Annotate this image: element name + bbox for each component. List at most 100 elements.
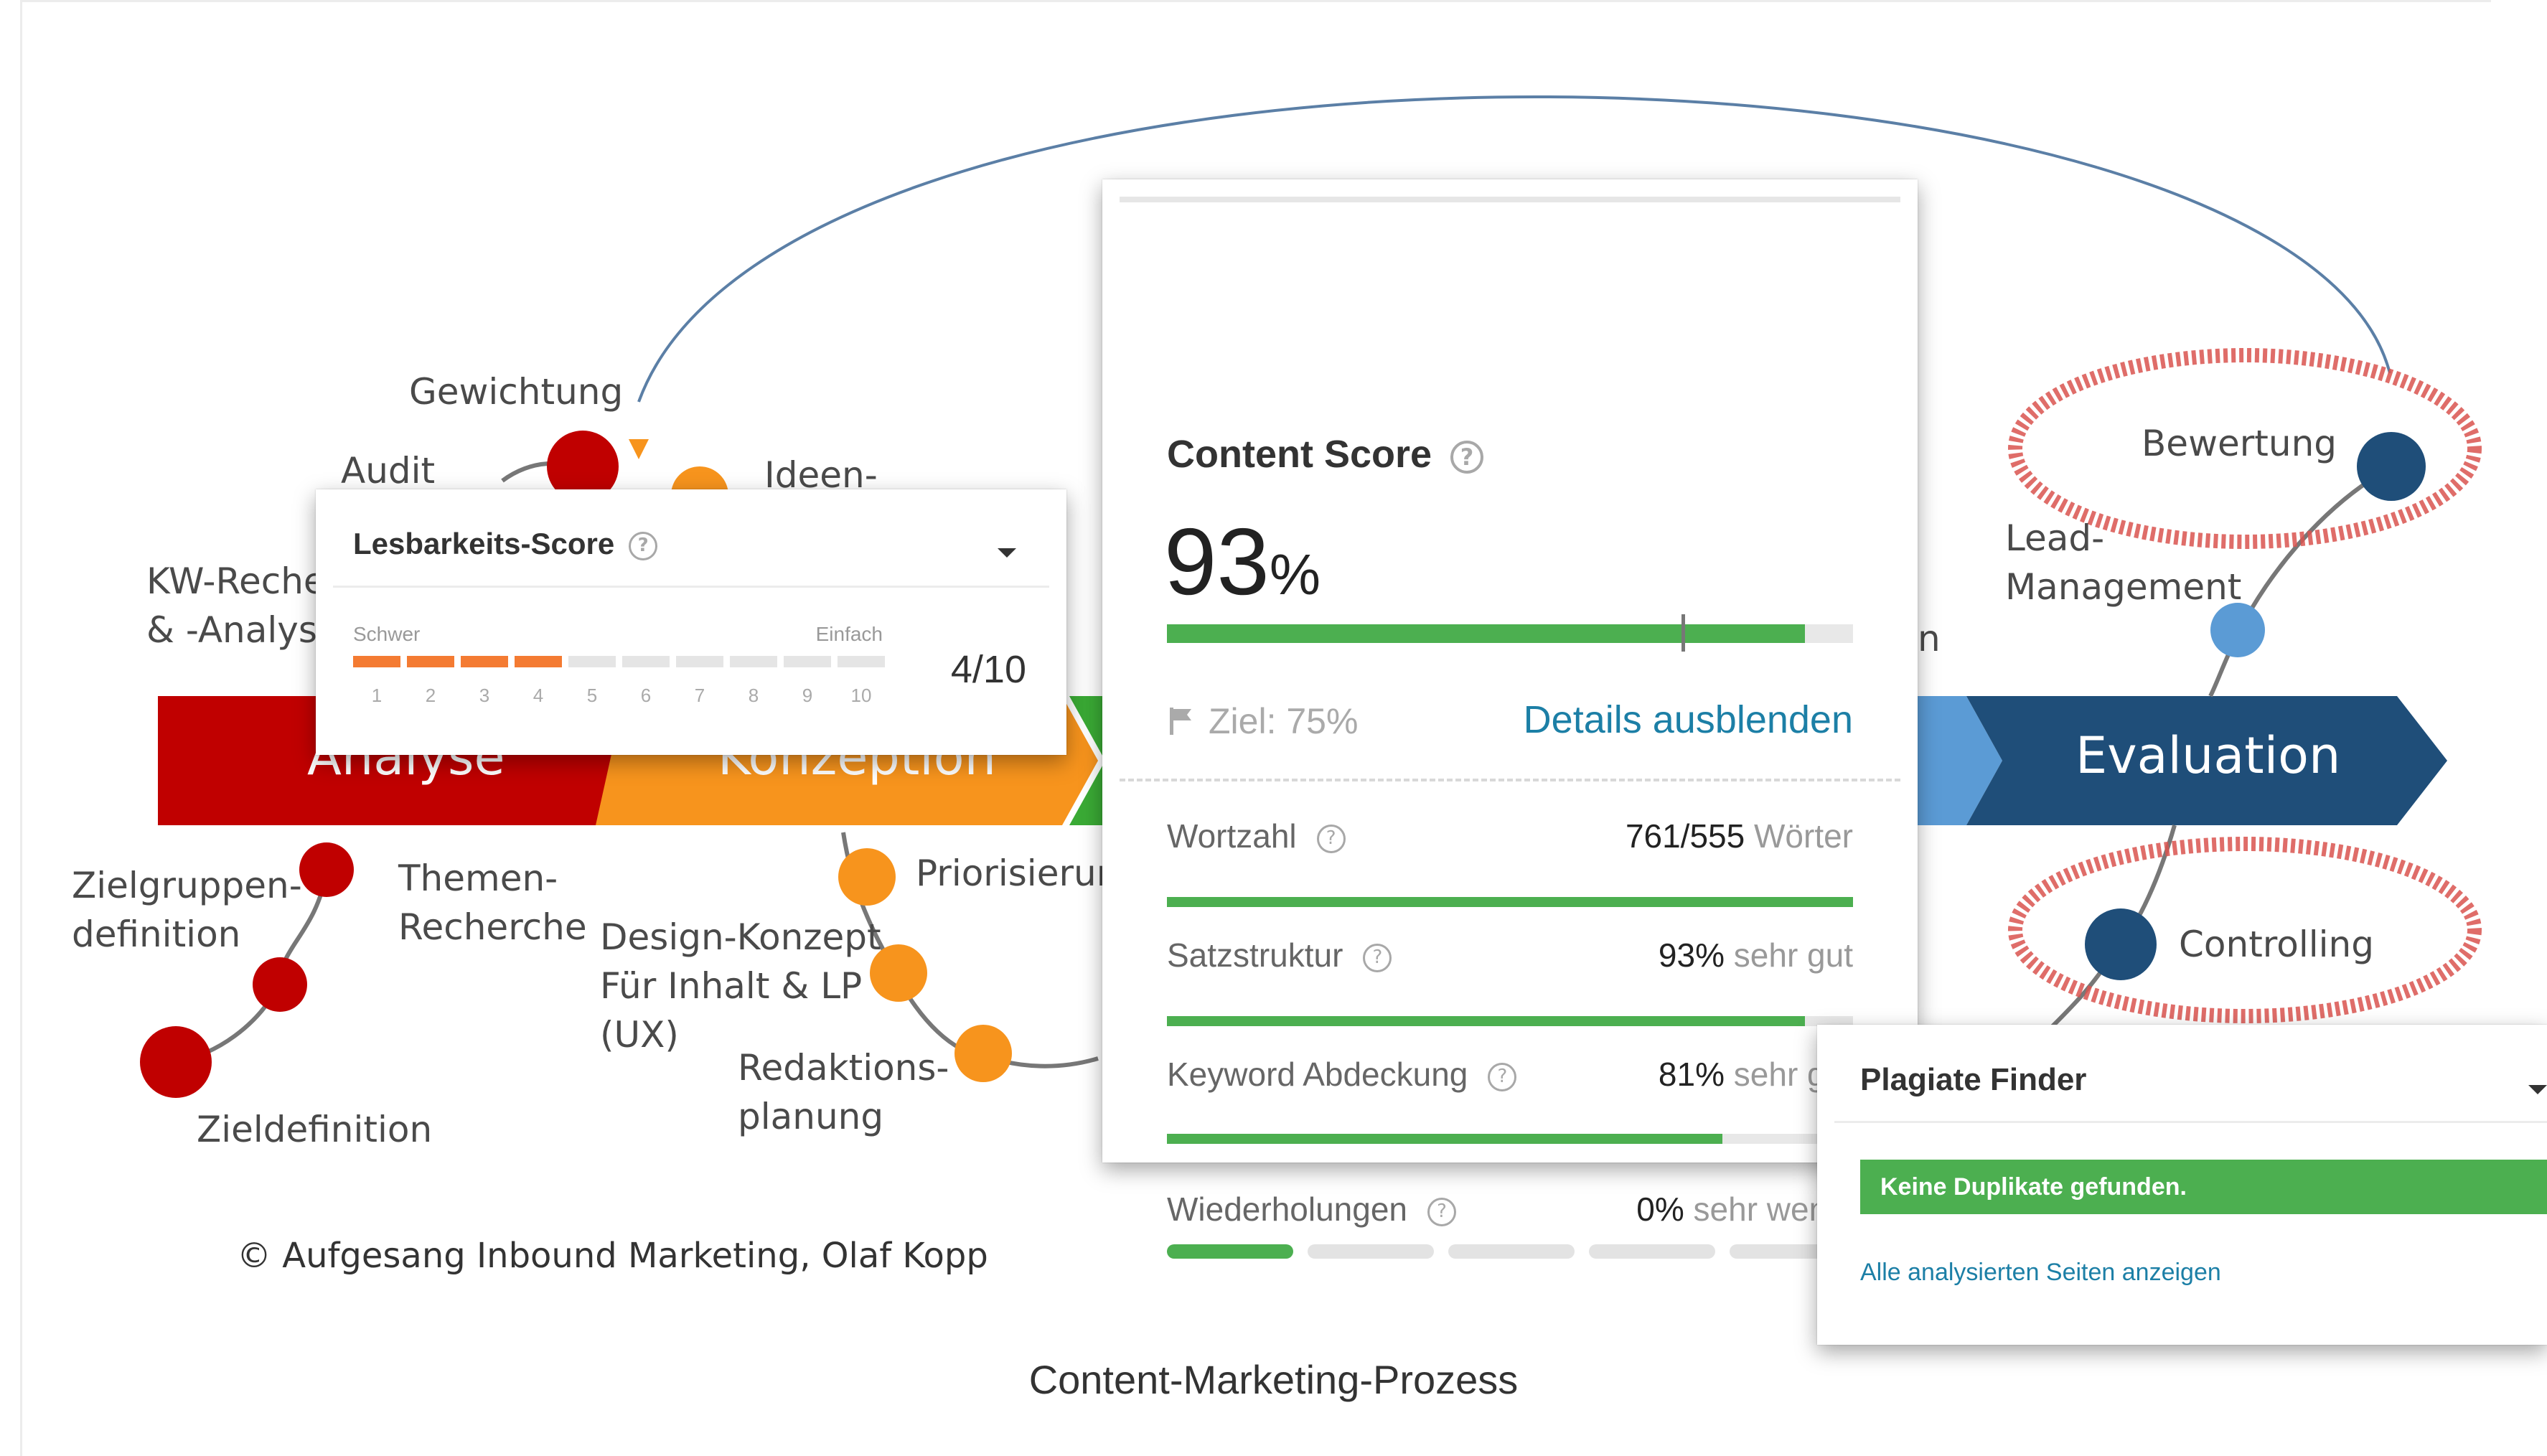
metric-value: 761/555 [1625, 817, 1745, 855]
metric-value: 81% [1658, 1056, 1725, 1093]
metric-bar-fill [1167, 897, 1853, 907]
scale-number: 5 [586, 685, 598, 706]
metric-wiederholungen: Wiederholungen? 0% sehr wenig [1167, 1190, 1853, 1233]
separator [333, 586, 1049, 588]
image-caption: Content-Marketing-Prozess [1028, 1357, 1519, 1402]
node-zieldefinition [140, 1026, 212, 1098]
label-gewichtung: Gewichtung [409, 371, 624, 413]
scale-cell [568, 656, 616, 667]
label-bewertung: Bewertung [2142, 423, 2337, 464]
content-score-bar-fill [1167, 624, 1806, 643]
node-controlling [2085, 908, 2157, 980]
readability-card: Lesbarkeits-Score? Schwer Einfach 1 2 3 4 5 6… [316, 489, 1066, 755]
metric-label: Satzstruktur [1167, 936, 1343, 974]
label-themen: Themen- Recherche [398, 858, 587, 948]
node-priorisierung [838, 848, 896, 906]
metric-label: Wortzahl [1167, 817, 1297, 855]
node-themen [253, 957, 307, 1012]
scale-number: 4 [533, 685, 544, 706]
dashed-separator [1120, 779, 1900, 781]
scale-number: 6 [640, 685, 652, 706]
card-top-line [1120, 197, 1900, 202]
metric-keyword-abdeckung: Keyword Abdeckung? 81% sehr gut [1167, 1055, 1853, 1098]
scale-number: 10 [850, 685, 872, 706]
scale-number: 8 [748, 685, 759, 706]
plagiarism-title: Plagiate Finder [1860, 1062, 2087, 1097]
metric-bar-wortzahl [1167, 897, 1853, 907]
scale-cell [515, 656, 562, 667]
question-circle-icon[interactable]: ? [629, 531, 658, 560]
scale-cell [622, 656, 670, 667]
node-bewertung [2357, 432, 2426, 501]
scale-number: 1 [371, 685, 383, 706]
scale-number: 9 [802, 685, 813, 706]
content-score-card: Content Score? 93% Ziel: 75% Details aus… [1102, 179, 1918, 1259]
metric-label: Keyword Abdeckung [1167, 1056, 1468, 1093]
scale-cell [784, 656, 831, 667]
metric-bar-satzstruktur [1167, 1016, 1853, 1026]
readability-title-text: Lesbarkeits-Score [353, 527, 615, 560]
content-score-title-text: Content Score [1167, 433, 1432, 476]
scale-cell [730, 656, 777, 667]
score-number: 93 [1164, 509, 1270, 614]
goal-label: Ziel: 75% [1209, 701, 1359, 741]
separator [1834, 1121, 2547, 1123]
scale-number: 7 [694, 685, 705, 706]
metric-bar-fill [1167, 1016, 1806, 1026]
question-circle-icon[interactable]: ? [1427, 1197, 1457, 1226]
scale-cell [407, 656, 454, 667]
question-circle-icon[interactable]: ? [1363, 943, 1392, 972]
label-design-konzept: Design-Konzept Für Inhalt & LP (UX) [600, 916, 881, 1056]
plagiarism-status: Keine Duplikate gefunden. [1860, 1160, 2547, 1214]
node-zielgruppen [299, 842, 354, 897]
label-audit: Audit [341, 450, 436, 492]
goal-marker [1681, 614, 1685, 652]
score-unit: % [1269, 543, 1321, 606]
label-zielgruppen: Zielgruppen- definition [72, 865, 302, 955]
metric-value: 93% [1658, 936, 1725, 974]
chevron-down-icon[interactable] [998, 548, 1016, 558]
metric-wortzahl: Wortzahl? 761/555 Wörter [1167, 817, 1853, 860]
repetition-segment [1589, 1244, 1715, 1259]
scale-cell [353, 656, 400, 667]
metric-unit: sehr gut [1733, 936, 1853, 974]
content-score-bar [1167, 624, 1853, 643]
metric-label: Wiederholungen [1167, 1190, 1408, 1228]
content-score-title: Content Score? [1167, 432, 1484, 476]
show-analyzed-pages-link[interactable]: Alle analysierten Seiten anzeigen [1860, 1259, 2221, 1287]
readability-score: 4/10 [950, 648, 1026, 691]
question-circle-icon[interactable]: ? [1450, 440, 1484, 474]
score-value: 93% [1164, 515, 1321, 621]
chevron-down-icon[interactable] [2528, 1085, 2547, 1094]
metric-satzstruktur: Satzstruktur? 93% sehr gut [1167, 936, 1853, 979]
scale-cell [676, 656, 723, 667]
plagiarism-card: Plagiate Finder Keine Duplikate gefunden… [1817, 1025, 2547, 1345]
metric-bar-keyword [1167, 1134, 1853, 1144]
question-circle-icon[interactable]: ? [1316, 824, 1346, 853]
repetition-segments [1167, 1244, 1856, 1259]
node-redaktion [954, 1025, 1012, 1082]
metric-unit: Wörter [1754, 817, 1853, 855]
goal: Ziel: 75% [1167, 700, 1358, 742]
phase-label-evaluation: Evaluation [2075, 726, 2341, 785]
flag-icon [1170, 708, 1191, 735]
scale-cell [838, 656, 885, 667]
feedback-arrowhead [629, 439, 649, 459]
scale-number: 2 [425, 685, 436, 706]
metric-bar-fill [1167, 1134, 1723, 1144]
details-toggle-link[interactable]: Details ausblenden [1524, 698, 1853, 742]
label-lead: Lead- Management [2005, 517, 2242, 608]
scale-number: 3 [479, 685, 490, 706]
label-controlling: Controlling [2179, 924, 2374, 965]
scale-cell [461, 656, 508, 667]
metric-value: 0% [1636, 1190, 1684, 1228]
label-redaktion: Redaktions- planung [738, 1047, 949, 1137]
question-circle-icon[interactable]: ? [1488, 1062, 1517, 1091]
copyright-notice: © Aufgesang Inbound Marketing, Olaf Kopp [237, 1236, 988, 1276]
label-zieldefinition: Zieldefinition [197, 1109, 433, 1150]
readability-title: Lesbarkeits-Score? [353, 527, 658, 561]
repetition-segment [1167, 1244, 1293, 1259]
repetition-segment [1448, 1244, 1575, 1259]
scale-low-label: Schwer [353, 623, 421, 645]
scale-high-label: Einfach [815, 623, 883, 645]
